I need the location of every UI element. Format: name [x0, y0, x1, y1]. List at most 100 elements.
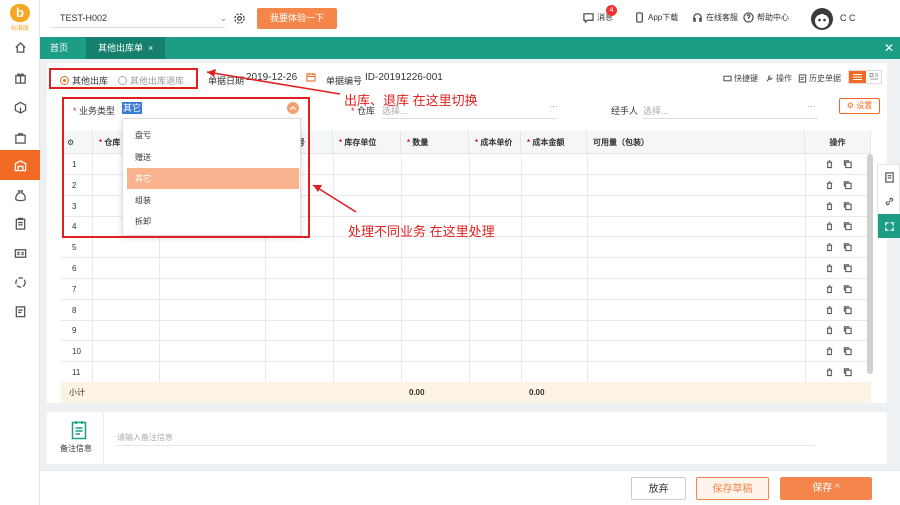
app-download-link[interactable]: App下载: [634, 12, 678, 23]
sidebar-item-box[interactable]: [0, 92, 40, 122]
delete-icon[interactable]: [825, 263, 834, 273]
doc-number-value: ID-20191226-001: [365, 72, 443, 83]
cycle-icon: [14, 276, 26, 288]
money-bag-icon: [14, 189, 26, 201]
id-card-icon: [14, 248, 26, 258]
delete-icon[interactable]: [825, 284, 834, 294]
handler-more-icon[interactable]: ···: [807, 101, 816, 111]
radio-dot: [60, 76, 69, 85]
view-toggle[interactable]: [848, 70, 882, 84]
tab-other-outbound[interactable]: 其他出库单 ×: [86, 37, 166, 59]
notes-tool[interactable]: [878, 165, 900, 189]
copy-icon[interactable]: [843, 367, 852, 377]
radio-other-return[interactable]: 其他出库退库: [118, 74, 184, 87]
delete-icon[interactable]: [825, 201, 834, 211]
copy-icon[interactable]: [843, 284, 852, 294]
operation-link[interactable]: 操作: [765, 73, 792, 84]
copy-icon[interactable]: [843, 242, 852, 252]
tab-bar: 首页 其他出库单 × ✕: [40, 37, 900, 59]
save-button[interactable]: 保存 ^: [780, 477, 872, 500]
tab-close-icon[interactable]: ×: [148, 43, 153, 53]
remark-label: 备注信息: [60, 444, 92, 453]
annotation-switch-note: 出库、退库 在这里切换: [344, 93, 478, 108]
table-scrollbar[interactable]: [867, 154, 873, 374]
sidebar-item-cycle[interactable]: [0, 267, 40, 297]
tab-home[interactable]: 首页: [40, 37, 78, 59]
row-operations: [825, 367, 852, 377]
date-value[interactable]: 2019-12-26: [246, 72, 297, 83]
remark-input[interactable]: 请输入备注信息: [117, 432, 173, 443]
footer-bar: 放弃 保存草稿 保存 ^: [40, 470, 900, 505]
row-number: 7: [61, 278, 93, 300]
radio-other-outbound[interactable]: 其他出库: [60, 74, 108, 87]
warehouse-more-icon[interactable]: ···: [549, 101, 558, 111]
list-view-icon[interactable]: [849, 71, 866, 83]
try-button[interactable]: 我要体验一下: [257, 8, 337, 29]
operation-label: 操作: [776, 74, 792, 83]
copy-icon[interactable]: [843, 346, 852, 356]
handler-underline: [643, 118, 818, 119]
sidebar-item-doc[interactable]: [0, 296, 40, 326]
delete-icon[interactable]: [825, 242, 834, 252]
user-name[interactable]: C C: [840, 13, 856, 23]
delete-icon[interactable]: [825, 305, 834, 315]
shortcut-label: 快捷键: [734, 74, 758, 83]
copy-icon[interactable]: [843, 305, 852, 315]
shortcut-link[interactable]: 快捷键: [723, 73, 758, 84]
delete-icon[interactable]: [825, 325, 834, 335]
close-all-icon[interactable]: ✕: [884, 41, 894, 55]
row-operations: [825, 159, 852, 169]
online-service-label: 在线客服: [706, 13, 738, 22]
delete-icon[interactable]: [825, 367, 834, 377]
row-number: 6: [61, 258, 93, 279]
table-row: 10: [61, 341, 871, 363]
subtotal-qty: 0.00: [409, 388, 425, 397]
handler-input[interactable]: 选择...: [643, 104, 669, 117]
sidebar-item-bag[interactable]: [0, 122, 40, 152]
warehouse-underline: [382, 118, 557, 119]
row-operations: [825, 263, 852, 273]
logo-text: 标准版: [10, 26, 29, 32]
copy-icon[interactable]: [843, 263, 852, 273]
row-number: 8: [61, 299, 93, 321]
copy-icon[interactable]: [843, 201, 852, 211]
app-download-label: App下载: [648, 13, 679, 22]
help-icon: [743, 12, 754, 23]
copy-icon[interactable]: [843, 159, 852, 169]
doc-number-label: 单据编号: [326, 76, 363, 86]
save-draft-button[interactable]: 保存草稿: [696, 477, 769, 500]
sidebar-item-gift[interactable]: [0, 62, 40, 92]
col-cost-amount: * 成本金额: [521, 131, 587, 154]
delete-icon[interactable]: [825, 221, 834, 231]
row-operations: [825, 242, 852, 252]
sidebar-item-money[interactable]: [0, 180, 40, 210]
expand-icon: [885, 221, 894, 231]
delete-icon[interactable]: [825, 180, 834, 190]
delete-icon[interactable]: [825, 159, 834, 169]
history-link[interactable]: 历史单据: [798, 73, 841, 84]
delete-icon[interactable]: [825, 346, 834, 356]
sidebar-item-clipboard[interactable]: [0, 208, 40, 238]
sidebar-item-card[interactable]: [0, 238, 40, 268]
store-select[interactable]: TEST-H002 ⌄: [50, 8, 227, 28]
settings-button[interactable]: ⚙ 设置: [839, 98, 880, 114]
cancel-button[interactable]: 放弃: [631, 477, 686, 500]
table-row: 9: [61, 320, 871, 342]
online-service-link[interactable]: 在线客服: [692, 12, 738, 23]
annotation-business-note: 处理不同业务 在这里处理: [348, 224, 495, 239]
sidebar-item-warehouse[interactable]: [0, 150, 40, 180]
expand-tool[interactable]: [878, 214, 900, 238]
sidebar-item-home[interactable]: [0, 32, 40, 62]
row-operations: [825, 201, 852, 211]
copy-icon[interactable]: [843, 180, 852, 190]
link-tool[interactable]: [878, 189, 900, 213]
card-view-icon[interactable]: [866, 71, 882, 83]
gear-icon[interactable]: [233, 12, 246, 25]
calendar-icon[interactable]: [306, 72, 316, 82]
table-row: 11: [61, 362, 871, 383]
row-number: 10: [61, 341, 93, 363]
avatar[interactable]: [811, 8, 833, 30]
copy-icon[interactable]: [843, 325, 852, 335]
copy-icon[interactable]: [843, 221, 852, 231]
help-center-link[interactable]: 帮助中心: [743, 12, 789, 23]
